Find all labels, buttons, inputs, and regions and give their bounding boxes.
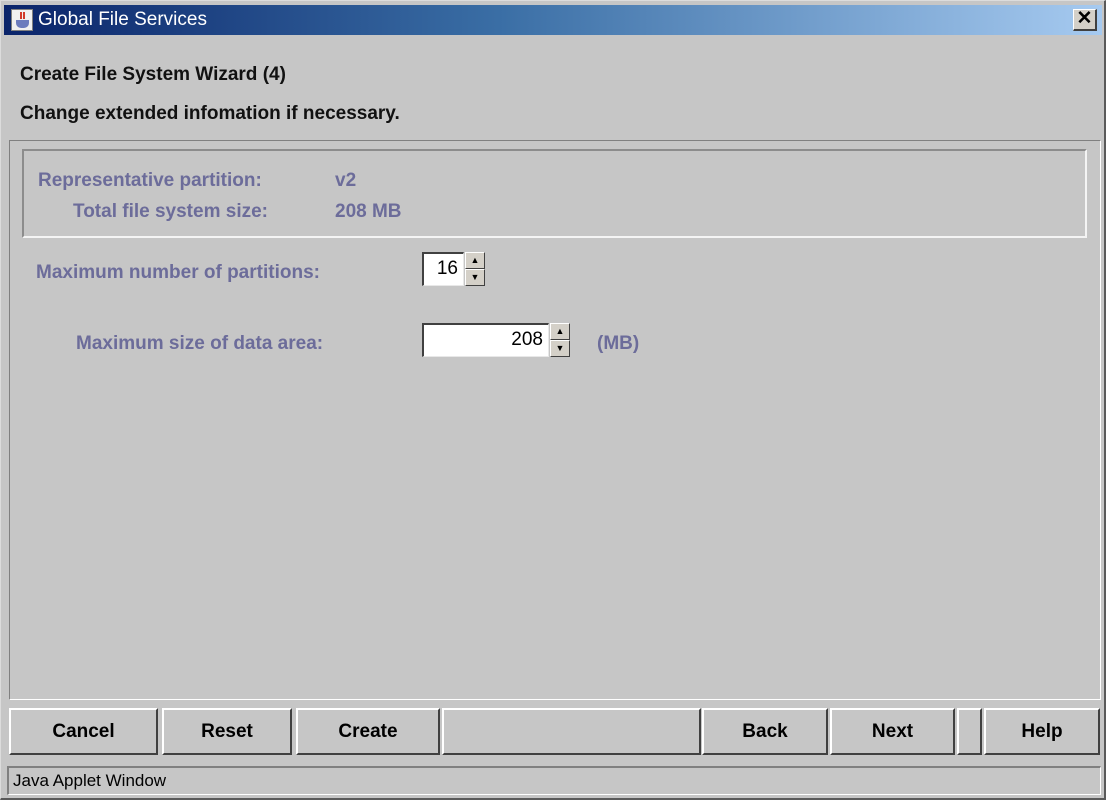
close-button[interactable]: ✕ bbox=[1073, 9, 1097, 31]
total-size-value: 208 MB bbox=[335, 201, 402, 222]
spin-down-icon: ▼ bbox=[470, 272, 480, 282]
window-title: Global File Services bbox=[38, 9, 207, 30]
max-partitions-down-button[interactable]: ▼ bbox=[465, 269, 485, 286]
button-bar-gap bbox=[957, 708, 982, 755]
max-partitions-input[interactable]: 16 bbox=[422, 252, 464, 286]
max-partitions-spinner: ▲ ▼ bbox=[465, 252, 485, 286]
title-bar[interactable]: Global File Services ✕ bbox=[4, 5, 1102, 35]
max-data-area-input[interactable]: 208 bbox=[422, 323, 549, 357]
coffee-cup bbox=[16, 20, 29, 28]
max-partitions-label: Maximum number of partitions: bbox=[36, 262, 320, 283]
max-data-area-value: 208 bbox=[511, 329, 543, 350]
max-data-area-up-button[interactable]: ▲ bbox=[550, 323, 570, 340]
create-button[interactable]: Create bbox=[296, 708, 440, 755]
total-size-label: Total file system size: bbox=[73, 201, 268, 222]
wizard-subtitle: Change extended infomation if necessary. bbox=[20, 103, 400, 124]
max-data-area-label: Maximum size of data area: bbox=[76, 333, 324, 354]
partition-info-box bbox=[22, 149, 1087, 238]
coffee-steam bbox=[20, 12, 25, 19]
wizard-window: Global File Services ✕ Create File Syste… bbox=[0, 0, 1106, 800]
next-button[interactable]: Next bbox=[830, 708, 955, 755]
reset-button[interactable]: Reset bbox=[162, 708, 292, 755]
spin-up-icon: ▲ bbox=[555, 326, 565, 336]
representative-partition-value: v2 bbox=[335, 170, 357, 191]
max-data-area-down-button[interactable]: ▼ bbox=[550, 340, 570, 357]
spin-up-icon: ▲ bbox=[470, 255, 480, 265]
help-button[interactable]: Help bbox=[984, 708, 1100, 755]
max-partitions-up-button[interactable]: ▲ bbox=[465, 252, 485, 269]
java-coffee-cup-icon bbox=[11, 9, 33, 31]
max-data-area-unit: (MB) bbox=[597, 333, 640, 354]
cancel-button[interactable]: Cancel bbox=[9, 708, 158, 755]
wizard-title: Create File System Wizard (4) bbox=[20, 64, 286, 85]
max-partitions-value: 16 bbox=[436, 258, 458, 279]
spin-down-icon: ▼ bbox=[555, 343, 565, 353]
representative-partition-label: Representative partition: bbox=[38, 170, 262, 191]
status-bar: Java Applet Window bbox=[7, 766, 1101, 795]
close-icon: ✕ bbox=[1076, 8, 1093, 29]
status-text: Java Applet Window bbox=[13, 771, 167, 790]
max-data-area-spinner: ▲ ▼ bbox=[550, 323, 570, 357]
button-bar-spacer bbox=[442, 708, 701, 755]
back-button[interactable]: Back bbox=[702, 708, 828, 755]
